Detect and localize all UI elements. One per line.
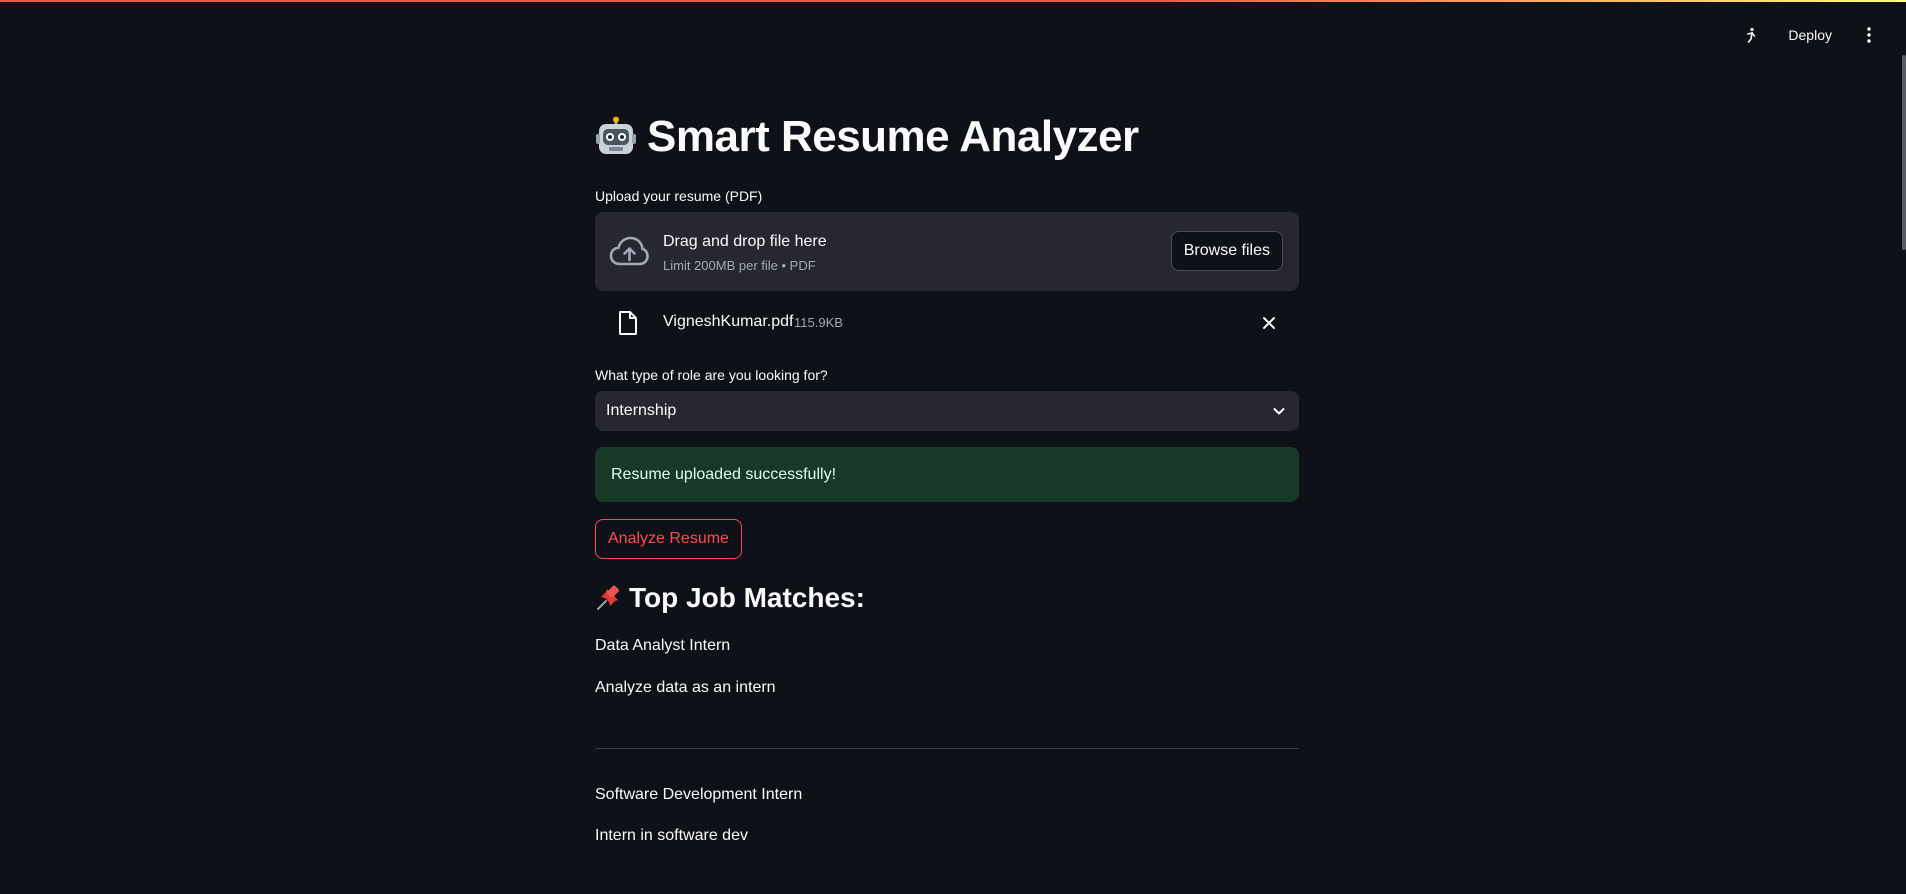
page-scrollbar[interactable] xyxy=(1902,55,1906,250)
role-select-label: What type of role are you looking for? xyxy=(595,367,828,383)
job-title: Software Development Intern xyxy=(595,786,803,803)
job-description: Intern in software dev xyxy=(595,827,748,844)
role-select-value: Internship xyxy=(606,402,677,419)
cloud-upload-icon xyxy=(609,236,649,266)
pushpin-icon xyxy=(597,585,619,610)
chevron-down-icon xyxy=(1273,408,1285,415)
uploader-label: Upload your resume (PDF) xyxy=(595,188,763,204)
close-icon[interactable] xyxy=(1259,313,1279,333)
dropzone-title: Drag and drop file here xyxy=(663,233,827,250)
page-title: Smart Resume Analyzer xyxy=(595,112,1139,162)
role-select[interactable]: Internship xyxy=(595,391,1299,431)
dropzone-subtitle: Limit 200MB per file • PDF xyxy=(663,258,816,273)
robot-icon xyxy=(596,116,636,154)
app-toolbar: Deploy xyxy=(1738,18,1882,52)
divider xyxy=(595,748,1299,749)
uploaded-file-name: VigneshKumar.pdf xyxy=(663,313,794,330)
file-dropzone[interactable]: Drag and drop file here Limit 200MB per … xyxy=(595,212,1299,291)
uploaded-file-size: 115.9KB xyxy=(794,315,843,330)
success-alert: Resume uploaded successfully! xyxy=(595,447,1299,502)
top-accent-bar xyxy=(0,0,1906,2)
browse-files-button[interactable]: Browse files xyxy=(1170,231,1283,271)
job-description: Analyze data as an intern xyxy=(595,679,776,696)
uploaded-file-row: VigneshKumar.pdf 115.9KB xyxy=(595,305,1299,339)
deploy-button[interactable]: Deploy xyxy=(1786,23,1834,47)
top-matches-heading-text: Top Job Matches: xyxy=(629,582,865,613)
file-icon xyxy=(619,311,637,335)
job-title: Data Analyst Intern xyxy=(595,637,731,654)
more-options-icon[interactable] xyxy=(1856,22,1882,48)
page-title-text: Smart Resume Analyzer xyxy=(647,112,1139,161)
top-matches-heading: Top Job Matches: xyxy=(595,582,865,614)
running-icon[interactable] xyxy=(1738,22,1764,48)
success-alert-text: Resume uploaded successfully! xyxy=(611,466,837,483)
analyze-resume-button[interactable]: Analyze Resume xyxy=(595,519,742,559)
